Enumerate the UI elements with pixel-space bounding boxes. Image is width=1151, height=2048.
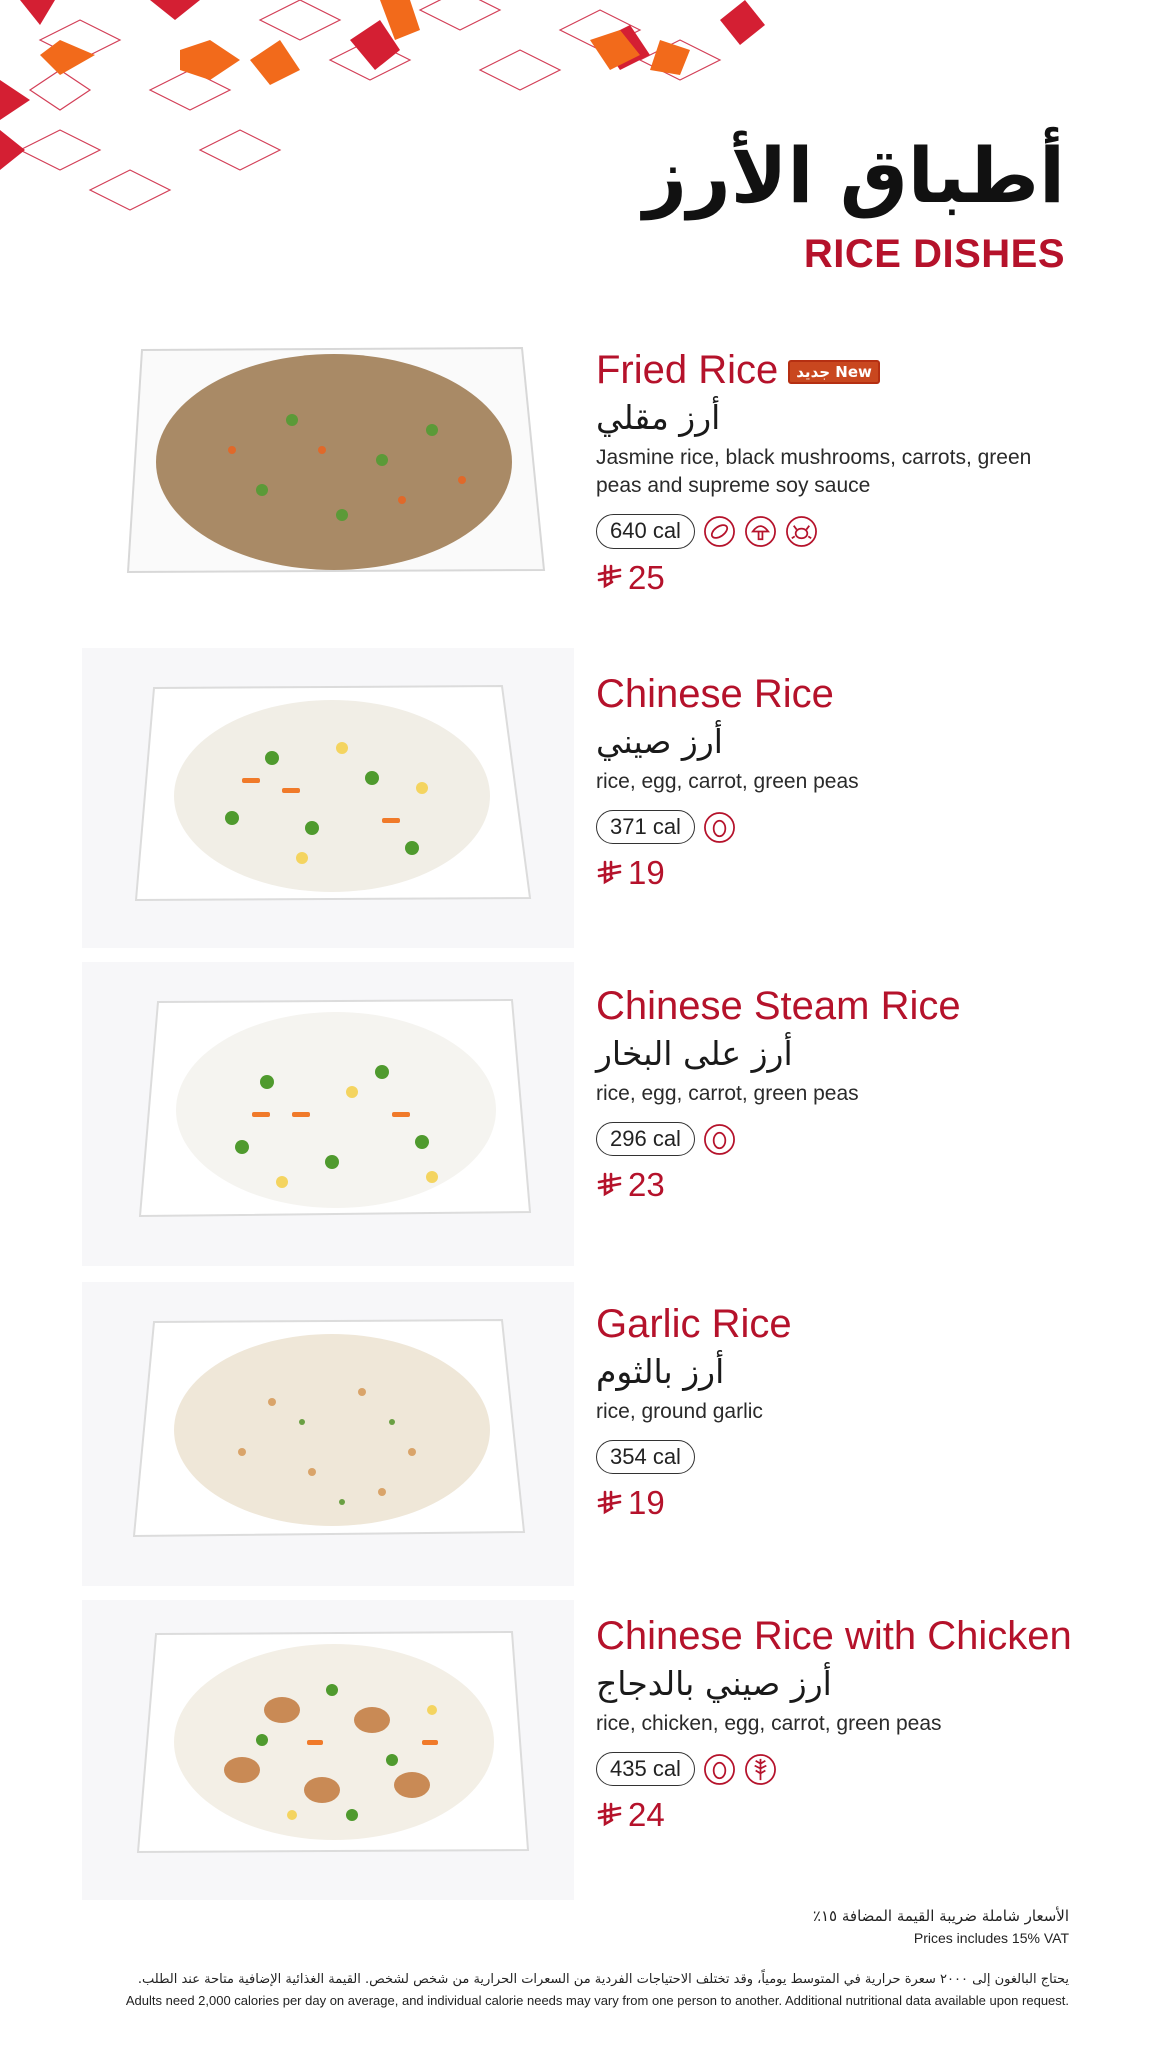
- riyal-symbol-icon: [596, 1172, 622, 1198]
- item-name-arabic: أرز بالثوم: [596, 1352, 725, 1391]
- item-description: Jasmine rice, black mushrooms, carrots, …: [596, 445, 1032, 497]
- menu-item-fried-rice[interactable]: Fried Rice جديد New أرز مقلي Jasmine ric…: [0, 340, 1151, 610]
- item-name-arabic: أرز مقلي: [596, 398, 721, 437]
- item-price: 23: [628, 1166, 665, 1204]
- item-info: Chinese Rice أرز صيني rice, egg, carrot,…: [596, 672, 859, 889]
- calorie-badge: 435 cal: [596, 1751, 695, 1787]
- calorie-badge: 640 cal: [596, 514, 695, 549]
- item-info: Fried Rice جديد New أرز مقلي Jasmine ric…: [596, 348, 1056, 594]
- item-description: rice, chicken, egg, carrot, green peas: [596, 1711, 942, 1735]
- item-name-english: Chinese Rice: [596, 672, 834, 716]
- dish-photo: [82, 962, 574, 1266]
- riyal-symbol-icon: [596, 1490, 622, 1516]
- mushroom-icon: [744, 515, 777, 548]
- soy-icon: [703, 515, 736, 548]
- page-title-english: RICE DISHES: [803, 232, 1065, 276]
- vat-note-english: Prices includes 15% VAT: [913, 1930, 1069, 1946]
- calorie-note-arabic: يحتاج البالغون إلى ٢٠٠٠ سعرة حرارية في ا…: [137, 1972, 1069, 1987]
- decorative-pattern: [0, 0, 765, 211]
- item-description: rice, ground garlic: [596, 1399, 763, 1423]
- shellfish-icon: [785, 515, 818, 548]
- dish-photo: [82, 1282, 574, 1586]
- item-description: rice, egg, carrot, green peas: [596, 1081, 859, 1105]
- celery-icon: [744, 1753, 777, 1786]
- dish-photo: [82, 648, 574, 948]
- item-info: Chinese Rice with Chicken أرز صيني بالدج…: [596, 1614, 1072, 1831]
- calorie-badge: 296 cal: [596, 1121, 695, 1157]
- riyal-symbol-icon: [596, 564, 622, 590]
- item-price: 19: [628, 854, 665, 892]
- item-name-arabic: أرز صيني بالدجاج: [596, 1664, 832, 1703]
- menu-item-chinese-rice[interactable]: Chinese Rice أرز صيني rice, egg, carrot,…: [0, 648, 1151, 948]
- vat-note-arabic: الأسعار شاملة ضريبة القيمة المضافة ١٥٪: [812, 1907, 1069, 1925]
- calorie-badge: 371 cal: [596, 809, 695, 845]
- page-title-arabic: أطباق الأرز: [643, 131, 1065, 220]
- dish-photo: [82, 1600, 574, 1900]
- calorie-badge: 354 cal: [596, 1439, 695, 1475]
- dish-photo: [82, 340, 574, 602]
- item-name-english: Chinese Steam Rice: [596, 984, 961, 1028]
- egg-icon: [703, 1753, 736, 1786]
- item-name-english: Garlic Rice: [596, 1302, 792, 1346]
- item-name-english: Fried Rice: [596, 348, 779, 392]
- item-info: Chinese Steam Rice أرز على البخار rice, …: [596, 984, 961, 1201]
- egg-icon: [703, 1123, 736, 1156]
- egg-icon: [703, 811, 736, 844]
- item-price: 19: [628, 1484, 665, 1522]
- item-name-arabic: أرز على البخار: [596, 1034, 793, 1073]
- item-name-arabic: أرز صيني: [596, 722, 723, 761]
- riyal-symbol-icon: [596, 860, 622, 886]
- item-price: 25: [628, 558, 665, 596]
- menu-item-garlic-rice[interactable]: Garlic Rice أرز بالثوم rice, ground garl…: [0, 1282, 1151, 1586]
- item-name-english: Chinese Rice with Chicken: [596, 1614, 1072, 1658]
- new-badge: جديد New: [788, 359, 880, 385]
- item-info: Garlic Rice أرز بالثوم rice, ground garl…: [596, 1302, 792, 1519]
- calorie-note-english: Adults need 2,000 calories per day on av…: [125, 1993, 1069, 2008]
- menu-item-chinese-rice-with-chicken[interactable]: Chinese Rice with Chicken أرز صيني بالدج…: [0, 1600, 1151, 1910]
- item-description: rice, egg, carrot, green peas: [596, 769, 859, 793]
- riyal-symbol-icon: [596, 1802, 622, 1828]
- menu-item-chinese-steam-rice[interactable]: Chinese Steam Rice أرز على البخار rice, …: [0, 962, 1151, 1266]
- item-price: 24: [628, 1796, 665, 1834]
